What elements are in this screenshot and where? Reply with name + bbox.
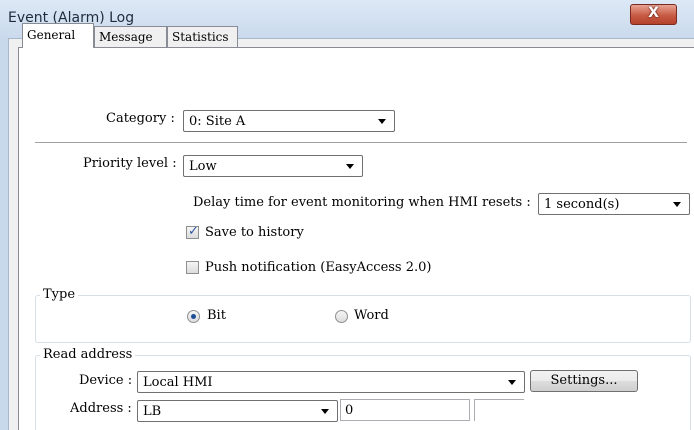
chevron-down-icon [346, 164, 354, 169]
tab-statistics[interactable]: Statistics [167, 26, 238, 47]
device-select[interactable]: Local HMI [137, 371, 525, 393]
address-value: 0 [345, 403, 354, 418]
address-input[interactable]: 0 [340, 399, 470, 421]
close-button[interactable]: X [630, 4, 677, 25]
device-value: Local HMI [143, 375, 213, 390]
type-bit-label[interactable]: Bit [207, 308, 226, 323]
category-value: 0: Site A [189, 114, 246, 129]
delay-value: 1 second(s) [544, 197, 620, 212]
type-bit-radio[interactable] [187, 310, 200, 323]
address-extra-input[interactable] [474, 399, 524, 421]
checkmark-icon: ✓ [188, 224, 199, 239]
tab-message[interactable]: Message [94, 26, 167, 47]
type-word-radio[interactable] [335, 310, 348, 323]
address-type-value: LB [143, 404, 162, 419]
category-label: Category : [106, 111, 175, 126]
close-icon: X [648, 5, 659, 21]
save-history-checkbox[interactable]: ✓ [186, 224, 199, 239]
chevron-down-icon [673, 202, 681, 207]
device-label: Device : [79, 373, 133, 388]
chevron-down-icon [321, 409, 329, 414]
settings-button[interactable]: Settings... [530, 370, 638, 392]
type-group-title: Type [40, 287, 79, 302]
dialog-window: Event (Alarm) Log X General Message Stat… [0, 0, 694, 430]
address-label: Address : [70, 401, 132, 416]
category-select[interactable]: 0: Site A [183, 110, 395, 132]
priority-select[interactable]: Low [183, 155, 363, 177]
radio-selected-dot [191, 314, 196, 319]
general-tab-panel: Category : 0: Site A Priority level : Lo… [18, 47, 694, 430]
chevron-down-icon [378, 119, 386, 124]
divider [35, 142, 687, 144]
tab-general[interactable]: General [22, 23, 94, 48]
tab-general-label: General [27, 28, 76, 42]
tab-message-label: Message [99, 30, 153, 44]
chevron-down-icon [508, 380, 516, 385]
priority-value: Low [189, 159, 217, 174]
priority-label: Priority level : [83, 156, 177, 171]
save-history-label[interactable]: Save to history [205, 225, 304, 240]
read-address-title: Read address [40, 347, 136, 362]
address-type-select[interactable]: LB [137, 400, 338, 422]
push-notification-checkbox[interactable] [186, 261, 199, 274]
tab-statistics-label: Statistics [172, 30, 229, 44]
type-word-label[interactable]: Word [354, 308, 389, 323]
settings-button-label: Settings... [550, 373, 618, 388]
window-border [0, 38, 8, 430]
push-notification-label[interactable]: Push notification (EasyAccess 2.0) [205, 260, 431, 275]
delay-label: Delay time for event monitoring when HMI… [193, 195, 531, 210]
delay-select[interactable]: 1 second(s) [538, 193, 690, 215]
